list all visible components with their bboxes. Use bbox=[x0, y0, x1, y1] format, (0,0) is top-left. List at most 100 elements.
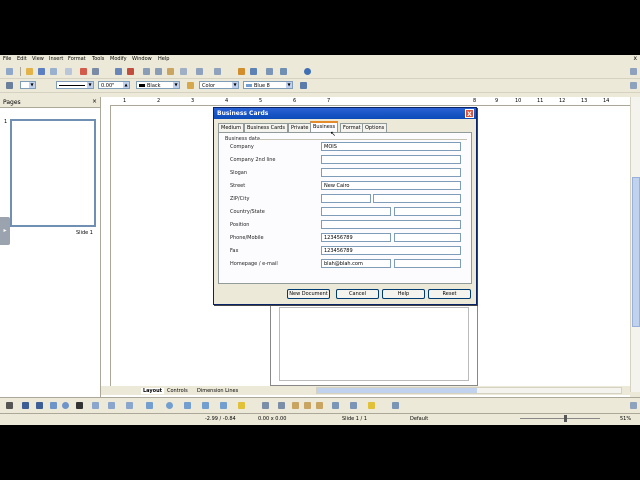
help-button[interactable]: Help bbox=[382, 289, 425, 299]
basic-shapes-icon[interactable] bbox=[146, 402, 153, 409]
print-icon[interactable] bbox=[92, 68, 99, 75]
text-icon[interactable] bbox=[76, 402, 83, 409]
email-field[interactable]: blah@blah.com bbox=[321, 259, 391, 268]
ellipse-icon[interactable] bbox=[62, 402, 69, 409]
tab-dimension-lines[interactable]: Dimension Lines bbox=[197, 388, 238, 394]
street-field[interactable]: New Cairo bbox=[321, 181, 461, 190]
tab-business-cards[interactable]: Business Cards bbox=[244, 123, 288, 132]
mobile-field[interactable] bbox=[394, 233, 461, 242]
menu-tools[interactable]: Tools bbox=[92, 56, 104, 62]
export-pdf-icon[interactable] bbox=[80, 68, 87, 75]
close-document-icon[interactable]: x bbox=[633, 55, 637, 62]
alignment-icon[interactable] bbox=[350, 402, 357, 409]
tab-private[interactable]: Private bbox=[288, 123, 312, 132]
zoom-slider[interactable] bbox=[520, 415, 600, 422]
chart-icon[interactable] bbox=[238, 68, 245, 75]
status-zoom[interactable]: 51% bbox=[620, 416, 631, 422]
menu-file[interactable]: File bbox=[3, 56, 11, 62]
select-icon[interactable] bbox=[6, 402, 13, 409]
position-field[interactable] bbox=[321, 220, 461, 229]
callouts-icon[interactable] bbox=[220, 402, 227, 409]
toolbar-overflow-icon[interactable] bbox=[630, 402, 637, 409]
tab-options-right[interactable]: Options bbox=[362, 123, 388, 132]
collapse-pane-handle[interactable]: ▸ bbox=[0, 217, 10, 245]
autospellcheck-icon[interactable] bbox=[127, 68, 134, 75]
scrollbar-thumb[interactable] bbox=[632, 177, 640, 327]
spellcheck-icon[interactable] bbox=[115, 68, 122, 75]
undo-icon[interactable] bbox=[196, 68, 203, 75]
email-icon[interactable] bbox=[50, 68, 57, 75]
stars-icon[interactable] bbox=[238, 402, 245, 409]
area-color-dropdown[interactable]: Blue 8 ▼ bbox=[243, 81, 293, 89]
gallery-icon[interactable] bbox=[316, 402, 323, 409]
area-style-icon[interactable] bbox=[187, 82, 194, 89]
arrange-icon[interactable] bbox=[368, 402, 375, 409]
flowchart-icon[interactable] bbox=[202, 402, 209, 409]
save-icon[interactable] bbox=[38, 68, 45, 75]
menu-view[interactable]: View bbox=[32, 56, 44, 62]
tab-medium[interactable]: Medium bbox=[218, 123, 244, 132]
slide-page[interactable] bbox=[270, 300, 478, 386]
line-tool-icon[interactable] bbox=[22, 402, 29, 409]
menu-edit[interactable]: Edit bbox=[17, 56, 27, 62]
menu-modify[interactable]: Modify bbox=[110, 56, 127, 62]
line-width-field[interactable]: 0.00" ▲ bbox=[98, 81, 130, 89]
block-arrows-icon[interactable] bbox=[184, 402, 191, 409]
country-field[interactable] bbox=[321, 207, 391, 216]
tab-layout[interactable]: Layout bbox=[141, 388, 165, 394]
menu-window[interactable]: Window bbox=[132, 56, 152, 62]
reset-button[interactable]: Reset bbox=[428, 289, 471, 299]
slogan-field[interactable] bbox=[321, 168, 461, 177]
cut-icon[interactable] bbox=[143, 68, 150, 75]
paste-icon[interactable] bbox=[167, 68, 174, 75]
points-icon[interactable] bbox=[262, 402, 269, 409]
cancel-button[interactable]: Cancel bbox=[336, 289, 379, 299]
new-document-icon[interactable] bbox=[6, 68, 13, 75]
table-icon[interactable] bbox=[250, 68, 257, 75]
curve-icon[interactable] bbox=[92, 402, 99, 409]
horizontal-scrollbar[interactable] bbox=[316, 387, 622, 394]
dialog-close-icon[interactable]: X bbox=[465, 109, 474, 118]
company-field[interactable]: MOIS bbox=[321, 142, 461, 151]
rectangle-icon[interactable] bbox=[50, 402, 57, 409]
line-color-dropdown[interactable]: Black ▼ bbox=[136, 81, 180, 89]
tab-controls[interactable]: Controls bbox=[167, 388, 188, 394]
company-2nd-line-field[interactable] bbox=[321, 155, 461, 164]
tab-format[interactable]: Format bbox=[340, 123, 364, 132]
edit-file-icon[interactable] bbox=[65, 68, 72, 75]
arrow-line-icon[interactable] bbox=[36, 402, 43, 409]
redo-icon[interactable] bbox=[214, 68, 221, 75]
line-style-dropdown[interactable]: ▼ bbox=[56, 81, 94, 89]
vertical-scrollbar[interactable] bbox=[630, 97, 640, 392]
slide-thumbnail[interactable] bbox=[10, 119, 96, 227]
zip-field[interactable] bbox=[321, 194, 371, 203]
lines-arrows-icon[interactable] bbox=[126, 402, 133, 409]
menu-help[interactable]: Help bbox=[158, 56, 169, 62]
toolbar-overflow-icon[interactable] bbox=[630, 68, 637, 75]
close-pane-icon[interactable]: × bbox=[92, 98, 97, 105]
navigator-icon[interactable] bbox=[266, 68, 273, 75]
state-field[interactable] bbox=[394, 207, 461, 216]
area-style-dropdown[interactable]: Color ▼ bbox=[199, 81, 239, 89]
phone-field[interactable]: 123456789 bbox=[321, 233, 391, 242]
zoom-icon[interactable] bbox=[280, 68, 287, 75]
extrusion-icon[interactable] bbox=[392, 402, 399, 409]
menu-format[interactable]: Format bbox=[68, 56, 86, 62]
fontwork-icon[interactable] bbox=[292, 402, 299, 409]
new-document-button[interactable]: New Document bbox=[287, 289, 330, 299]
line-icon[interactable] bbox=[6, 82, 13, 89]
toolbar-overflow-icon[interactable] bbox=[630, 82, 637, 89]
glue-points-icon[interactable] bbox=[278, 402, 285, 409]
from-file-icon[interactable] bbox=[304, 402, 311, 409]
connector-icon[interactable] bbox=[108, 402, 115, 409]
symbol-shapes-icon[interactable] bbox=[166, 402, 173, 409]
menu-insert[interactable]: Insert bbox=[49, 56, 63, 62]
zoom-slider-handle[interactable] bbox=[564, 415, 567, 422]
shadow-icon[interactable] bbox=[300, 82, 307, 89]
help-icon[interactable] bbox=[304, 68, 311, 75]
city-field[interactable] bbox=[373, 194, 461, 203]
clone-formatting-icon[interactable] bbox=[180, 68, 187, 75]
rotate-icon[interactable] bbox=[332, 402, 339, 409]
homepage-field[interactable] bbox=[394, 259, 461, 268]
scrollbar-thumb[interactable] bbox=[317, 388, 477, 393]
